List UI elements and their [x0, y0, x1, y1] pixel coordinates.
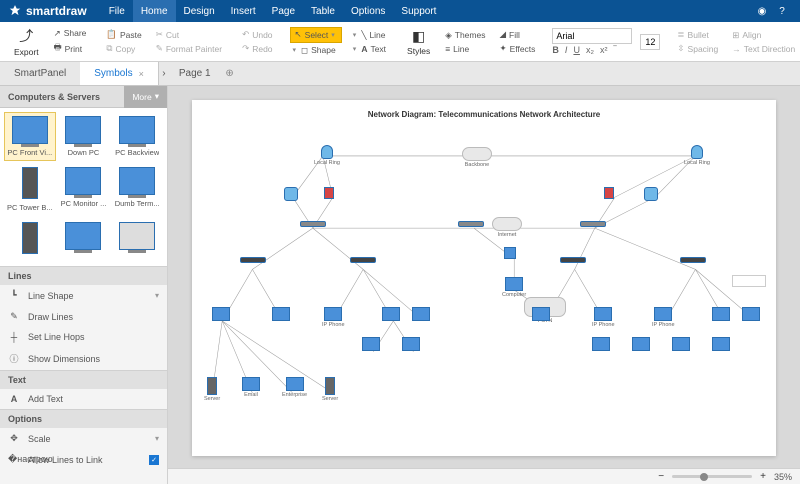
paste-button[interactable]: 📋 Paste: [103, 28, 144, 41]
zoom-out-button[interactable]: −: [658, 471, 664, 482]
scale-row[interactable]: ✥Scale▾: [0, 428, 167, 449]
menu-home[interactable]: Home: [133, 0, 176, 22]
copy-button[interactable]: ⧉ Copy: [103, 42, 144, 55]
text-direction-button[interactable]: → Text Direction: [729, 43, 798, 55]
align-button[interactable]: ⊞ Align: [729, 29, 798, 42]
subscript-button[interactable]: x₂: [586, 45, 594, 55]
select-tool[interactable]: ↖ Select ▾: [290, 27, 342, 43]
add-text-row[interactable]: AAdd Text: [0, 389, 167, 409]
fill-button[interactable]: ◢ Fill: [496, 28, 538, 41]
show-dimensions-row[interactable]: ⓘShow Dimensions: [0, 347, 167, 370]
redo-button[interactable]: ↷ Redo: [239, 42, 275, 55]
sidebar: Computers & Servers More ▾ PC Front Vi..…: [0, 86, 168, 484]
symbol-9[interactable]: [111, 218, 163, 262]
print-button[interactable]: 🖶 Print: [51, 41, 90, 57]
themes-button[interactable]: ◈ Themes: [442, 29, 488, 42]
diagram-canvas[interactable]: Network Diagram: Telecommunications Netw…: [192, 100, 776, 456]
tab-smartpanel[interactable]: SmartPanel: [0, 62, 80, 85]
symbol-category[interactable]: Computers & Servers: [0, 92, 124, 102]
cut-button[interactable]: ✂ Cut: [153, 28, 225, 41]
menu-insert[interactable]: Insert: [223, 0, 264, 22]
symbol-8[interactable]: [58, 218, 110, 262]
font-input[interactable]: [552, 28, 632, 44]
draw-lines-row[interactable]: ✎Draw Lines: [0, 306, 167, 327]
tab-page1[interactable]: Page 1: [169, 62, 221, 85]
app-logo: smartdraw: [8, 4, 87, 18]
text-tool[interactable]: ▾A Text: [350, 43, 389, 55]
superscript-button[interactable]: x²: [600, 45, 608, 55]
menu-file[interactable]: File: [101, 0, 133, 22]
zoom-in-button[interactable]: +: [760, 471, 766, 482]
spacing-button[interactable]: ⇳ Spacing: [674, 42, 721, 55]
symbol-pc-backview[interactable]: PC Backview: [111, 112, 163, 161]
effects-button[interactable]: ✦ Effects: [496, 42, 538, 55]
allow-link-row[interactable]: �настроюAllow Lines to Link✓: [0, 449, 167, 470]
format-painter-button[interactable]: ✎ Format Painter: [153, 42, 225, 55]
lines-section-header: Lines: [0, 267, 167, 285]
notifications-icon[interactable]: ◉: [752, 6, 772, 17]
set-hops-row[interactable]: ┼Set Line Hops: [0, 327, 167, 347]
menu-table[interactable]: Table: [303, 0, 343, 22]
text-section-header: Text: [0, 371, 167, 389]
symbol-down-pc[interactable]: Down PC: [58, 112, 110, 161]
help-icon[interactable]: ?: [772, 6, 792, 17]
styles-button[interactable]: ◧Styles: [399, 25, 438, 59]
zoom-value: 35%: [774, 472, 792, 482]
menubar: smartdraw File Home Design Insert Page T…: [0, 0, 800, 22]
checkbox-icon[interactable]: ✓: [149, 455, 159, 465]
close-icon[interactable]: ×: [139, 69, 144, 79]
more-button[interactable]: More ▾: [124, 86, 167, 108]
shape-tool[interactable]: ▾◻ Shape: [290, 44, 342, 57]
tab-symbols[interactable]: Symbols×: [80, 62, 159, 85]
symbol-pc-front[interactable]: PC Front Vi...: [4, 112, 56, 161]
bullet-button[interactable]: ≣ Bullet: [674, 28, 721, 41]
line-shape-row[interactable]: ┗Line Shape▾: [0, 285, 167, 306]
canvas-area[interactable]: Network Diagram: Telecommunications Netw…: [168, 86, 800, 484]
ribbon: ⤴Export ↗ Share 🖶 Print 📋 Paste ⧉ Copy ✂…: [0, 22, 800, 62]
symbol-pc-tower[interactable]: PC Tower B...: [4, 163, 56, 216]
undo-button[interactable]: ↶ Undo: [239, 28, 275, 41]
symbol-dumb-term[interactable]: Dumb Term...: [111, 163, 163, 216]
line-style-button[interactable]: ≡ Line: [442, 43, 488, 55]
diagram-title: Network Diagram: Telecommunications Netw…: [192, 100, 776, 125]
menu-options[interactable]: Options: [343, 0, 393, 22]
bold-button[interactable]: B: [552, 45, 559, 55]
panel-tabs: SmartPanel Symbols× › Page 1 ⊕: [0, 62, 800, 86]
add-page-button[interactable]: ⊕: [221, 62, 239, 85]
underline-button[interactable]: U: [573, 45, 580, 55]
statusbar: − + 35%: [168, 468, 800, 484]
menu-design[interactable]: Design: [176, 0, 223, 22]
tab-scroll-right[interactable]: ›: [159, 62, 169, 85]
zoom-slider[interactable]: [672, 475, 752, 478]
font-size-input[interactable]: [640, 34, 660, 50]
menu-support[interactable]: Support: [393, 0, 444, 22]
symbol-pc-monitor[interactable]: PC Monitor ...: [58, 163, 110, 216]
options-section-header: Options: [0, 410, 167, 428]
italic-button[interactable]: I: [565, 45, 568, 55]
share-button[interactable]: ↗ Share: [51, 27, 90, 40]
symbol-7[interactable]: [4, 218, 56, 262]
symbol-grid: PC Front Vi... Down PC PC Backview PC To…: [0, 108, 167, 266]
export-button[interactable]: ⤴Export: [6, 25, 47, 59]
line-tool[interactable]: ▾╲ Line: [350, 29, 389, 42]
menu-page[interactable]: Page: [264, 0, 303, 22]
font-color-button[interactable]: ‾: [613, 45, 616, 55]
